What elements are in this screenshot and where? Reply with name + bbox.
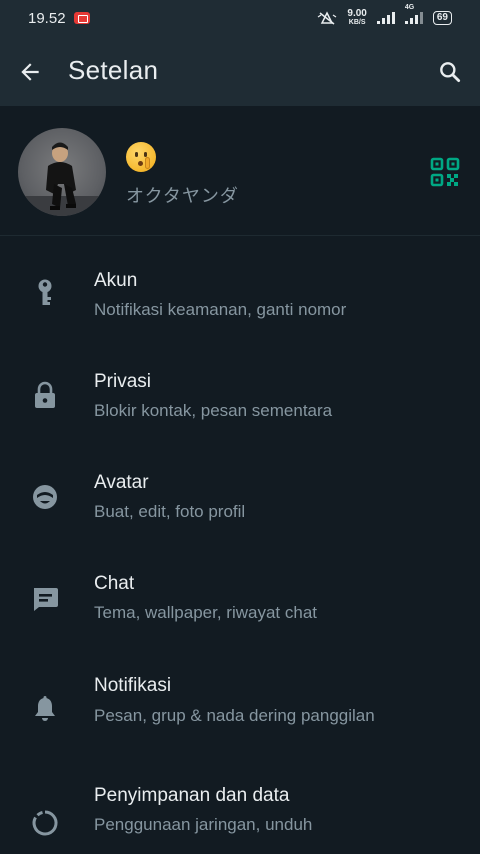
signal-icon: [376, 12, 395, 24]
back-button[interactable]: [14, 56, 46, 88]
settings-item-akun[interactable]: Akun Notifikasi keamanan, ganti nomor: [0, 236, 480, 337]
storage-circle-icon: [30, 808, 60, 838]
network-type: 4G: [404, 4, 415, 11]
search-icon: [440, 62, 461, 83]
settings-item-penyimpanan[interactable]: Penyimpanan dan data Penggunaan jaringan…: [0, 762, 480, 842]
settings-item-subtitle: Blokir kontak, pesan sementara: [94, 401, 333, 420]
settings-item-title: Avatar: [94, 472, 149, 493]
network-speed: 9.00 KB/S: [347, 9, 366, 27]
settings-item-title: Notifikasi: [94, 675, 172, 696]
key-icon: [30, 278, 60, 308]
settings-item-subtitle: Buat, edit, foto profil: [94, 502, 246, 521]
network-speed-unit: KB/S: [348, 19, 366, 26]
page-title: Setelan: [68, 55, 159, 85]
settings-item-title: Akun: [94, 270, 138, 291]
status-bar: 19.52 9.00 KB/S 4G 69: [0, 0, 480, 36]
screen-recording-icon: [73, 12, 90, 24]
chat-icon: [30, 584, 60, 614]
search-button[interactable]: [434, 56, 466, 88]
settings-list: Akun Notifikasi keamanan, ganti nomor Pr…: [0, 236, 480, 842]
arrow-left-icon: [21, 63, 39, 81]
qr-code-button[interactable]: [430, 157, 460, 187]
settings-item-title: Penyimpanan dan data: [94, 785, 290, 806]
status-left: 19.52: [28, 10, 90, 27]
alarm-off-icon: [318, 11, 337, 25]
settings-item-privasi[interactable]: Privasi Blokir kontak, pesan sementara: [0, 337, 480, 438]
avatar-face-icon: [30, 482, 60, 512]
settings-item-subtitle: Tema, wallpaper, riwayat chat: [94, 603, 317, 622]
battery-indicator: 69: [432, 11, 452, 25]
app-bar: Setelan: [0, 36, 480, 106]
battery-level: 69: [436, 12, 448, 23]
settings-item-subtitle: Pesan, grup & nada dering panggilan: [94, 706, 375, 725]
settings-item-chat[interactable]: Chat Tema, wallpaper, riwayat chat: [0, 539, 480, 640]
bell-icon: [30, 694, 60, 724]
profile-name: オクタヤンダ: [126, 186, 239, 206]
network-speed-value: 9.00: [347, 8, 367, 19]
profile-card[interactable]: オクタヤンダ: [0, 106, 480, 236]
profile-photo: [18, 142, 106, 216]
avatar[interactable]: [18, 128, 106, 216]
settings-item-subtitle: Notifikasi keamanan, ganti nomor: [94, 300, 347, 319]
settings-item-notifikasi[interactable]: Notifikasi Pesan, grup & nada dering pan…: [0, 640, 480, 762]
clock: 19.52: [28, 9, 66, 27]
qr-code-icon: [430, 157, 460, 187]
status-emoji-icon: [126, 142, 156, 172]
settings-item-title: Privasi: [94, 371, 152, 392]
settings-item-subtitle: Penggunaan jaringan, unduh: [94, 815, 313, 834]
lock-icon: [30, 380, 60, 410]
signal-icon-secondary: 4G: [404, 4, 423, 24]
status-right: 9.00 KB/S 4G 69: [317, 4, 452, 27]
settings-item-title: Chat: [94, 573, 135, 594]
settings-item-avatar[interactable]: Avatar Buat, edit, foto profil: [0, 438, 480, 539]
